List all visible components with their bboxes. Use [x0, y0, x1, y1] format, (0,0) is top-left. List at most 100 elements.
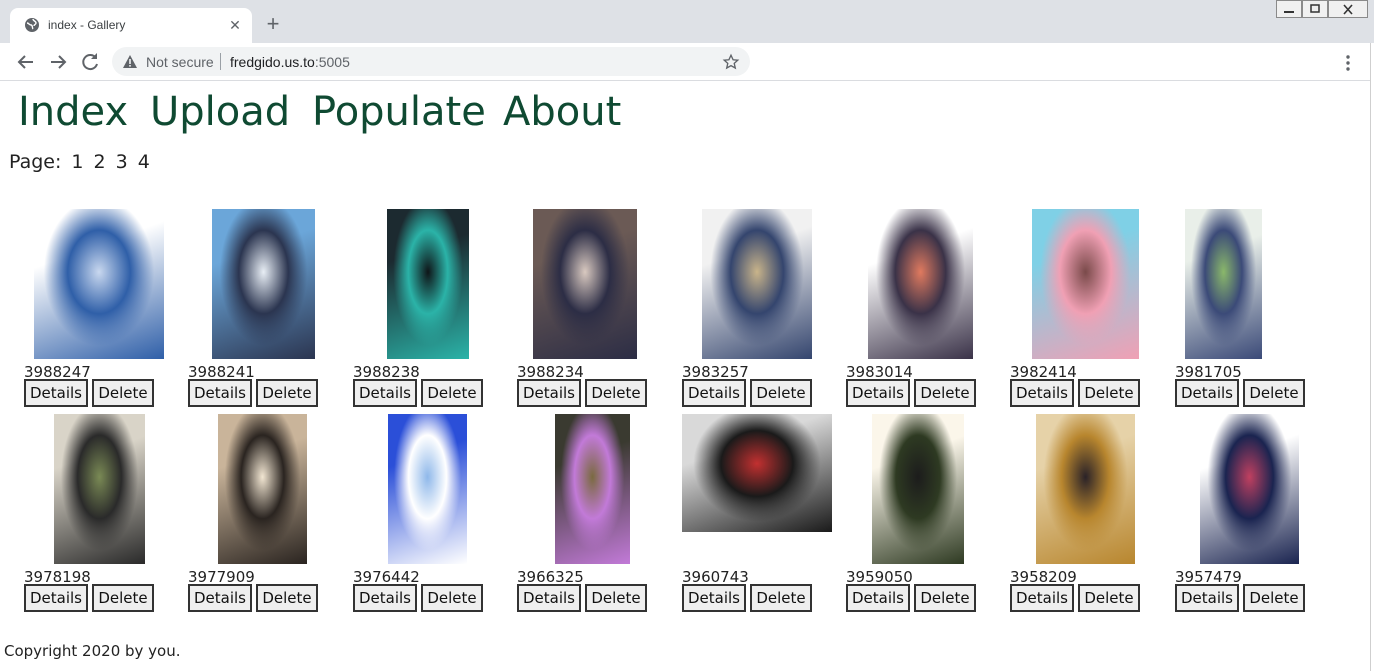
delete-button[interactable]: Delete — [1243, 584, 1305, 612]
close-window-button[interactable] — [1328, 0, 1368, 18]
globe-icon — [25, 18, 39, 32]
gallery-item: 3983014 Details Delete — [846, 209, 1006, 414]
thumbnail-image[interactable] — [34, 209, 164, 359]
thumbnail-image[interactable] — [1032, 209, 1139, 359]
delete-button[interactable]: Delete — [421, 584, 483, 612]
delete-button[interactable]: Delete — [585, 584, 647, 612]
thumbnail-image[interactable] — [533, 209, 637, 359]
security-label[interactable]: Not secure — [146, 54, 214, 70]
thumbnail-image[interactable] — [702, 209, 812, 359]
warning-icon[interactable] — [122, 54, 138, 69]
thumbnail-image[interactable] — [388, 414, 467, 564]
details-button[interactable]: Details — [517, 584, 581, 612]
details-button[interactable]: Details — [353, 584, 417, 612]
active-tab[interactable]: index - Gallery ✕ — [10, 8, 252, 43]
reload-icon[interactable] — [78, 50, 102, 74]
delete-button[interactable]: Delete — [1078, 379, 1140, 407]
restore-icon — [1310, 4, 1320, 13]
page-link-1[interactable]: 1 — [71, 151, 83, 173]
delete-button[interactable]: Delete — [1078, 584, 1140, 612]
details-button[interactable]: Details — [188, 379, 252, 407]
url-port: :5005 — [314, 54, 350, 70]
nav-populate-link[interactable]: Populate — [312, 89, 486, 135]
thumbnail-image[interactable] — [1036, 414, 1135, 564]
gallery-item: 3957479 Details Delete — [1175, 414, 1335, 619]
delete-button[interactable]: Delete — [914, 584, 976, 612]
delete-button[interactable]: Delete — [1243, 379, 1305, 407]
delete-button[interactable]: Delete — [585, 379, 647, 407]
minimize-button[interactable] — [1276, 0, 1302, 18]
delete-button[interactable]: Delete — [256, 379, 318, 407]
page-link-2[interactable]: 2 — [94, 151, 106, 173]
details-button[interactable]: Details — [846, 379, 910, 407]
details-button[interactable]: Details — [188, 584, 252, 612]
thumbnail-image[interactable] — [872, 414, 964, 564]
details-button[interactable]: Details — [846, 584, 910, 612]
address-bar[interactable]: Not secure fredgido.us.to:5005 — [112, 47, 750, 76]
thumbnail-image[interactable] — [868, 209, 973, 359]
forward-icon[interactable] — [46, 50, 70, 74]
page-link-4[interactable]: 4 — [138, 151, 150, 173]
thumbnail-image[interactable] — [387, 209, 469, 359]
details-button[interactable]: Details — [24, 584, 88, 612]
details-button[interactable]: Details — [1175, 584, 1239, 612]
nav-upload-link[interactable]: Upload — [150, 89, 290, 135]
gallery-item: 3966325 Details Delete — [517, 414, 677, 619]
delete-button[interactable]: Delete — [750, 584, 812, 612]
divider — [220, 53, 221, 70]
pagination: Page: 1 2 3 4 — [9, 151, 160, 173]
thumbnail-image[interactable] — [212, 209, 315, 359]
gallery-item: 3988247 Details Delete — [24, 209, 184, 414]
details-button[interactable]: Details — [1010, 379, 1074, 407]
gallery-item: 3959050 Details Delete — [846, 414, 1006, 619]
thumbnail-image[interactable] — [682, 414, 832, 532]
browser-toolbar: Not secure fredgido.us.to:5005 — [0, 43, 1374, 81]
window-border — [1370, 43, 1374, 671]
gallery-item: 3958209 Details Delete — [1010, 414, 1170, 619]
details-button[interactable]: Details — [1010, 584, 1074, 612]
thumbnail-image[interactable] — [218, 414, 307, 564]
gallery-item: 3981705 Details Delete — [1175, 209, 1335, 414]
back-icon[interactable] — [14, 50, 38, 74]
page-link-3[interactable]: 3 — [116, 151, 128, 173]
close-icon — [1343, 4, 1353, 15]
gallery-item: 3982414 Details Delete — [1010, 209, 1170, 414]
thumbnail-image[interactable] — [1185, 209, 1262, 359]
delete-button[interactable]: Delete — [421, 379, 483, 407]
thumbnail-image[interactable] — [555, 414, 630, 564]
nav-about-link[interactable]: About — [503, 89, 621, 135]
kebab-menu-icon[interactable] — [1338, 53, 1358, 73]
tab-title: index - Gallery — [48, 18, 126, 32]
url-text[interactable]: fredgido.us.to:5005 — [230, 54, 350, 70]
delete-button[interactable]: Delete — [256, 584, 318, 612]
gallery-item: 3988238 Details Delete — [353, 209, 513, 414]
gallery-item: 3977909 Details Delete — [188, 414, 348, 619]
gallery-item: 3978198 Details Delete — [24, 414, 184, 619]
thumbnail-image[interactable] — [1200, 414, 1299, 564]
details-button[interactable]: Details — [24, 379, 88, 407]
new-tab-button[interactable]: + — [262, 13, 284, 35]
details-button[interactable]: Details — [517, 379, 581, 407]
close-tab-icon[interactable]: ✕ — [226, 16, 244, 34]
delete-button[interactable]: Delete — [750, 379, 812, 407]
restore-button[interactable] — [1302, 0, 1328, 18]
gallery-item: 3988234 Details Delete — [517, 209, 677, 414]
details-button[interactable]: Details — [682, 379, 746, 407]
details-button[interactable]: Details — [1175, 379, 1239, 407]
url-host: fredgido.us.to — [230, 54, 315, 70]
gallery-item: 3976442 Details Delete — [353, 414, 513, 619]
delete-button[interactable]: Delete — [92, 379, 154, 407]
details-button[interactable]: Details — [682, 584, 746, 612]
thumbnail-image[interactable] — [54, 414, 145, 564]
details-button[interactable]: Details — [353, 379, 417, 407]
gallery-item: 3983257 Details Delete — [682, 209, 842, 414]
page-content: Index Upload Populate About Page: 1 2 3 4 39… — [0, 81, 1370, 671]
minimize-icon — [1284, 11, 1294, 13]
delete-button[interactable]: Delete — [92, 584, 154, 612]
delete-button[interactable]: Delete — [914, 379, 976, 407]
gallery-item: 3960743 Details Delete — [682, 414, 842, 619]
pagination-label: Page: — [9, 151, 62, 173]
nav-index-link[interactable]: Index — [18, 89, 128, 135]
tab-strip: index - Gallery ✕ + — [0, 0, 1374, 43]
bookmark-star-icon[interactable] — [722, 53, 740, 71]
